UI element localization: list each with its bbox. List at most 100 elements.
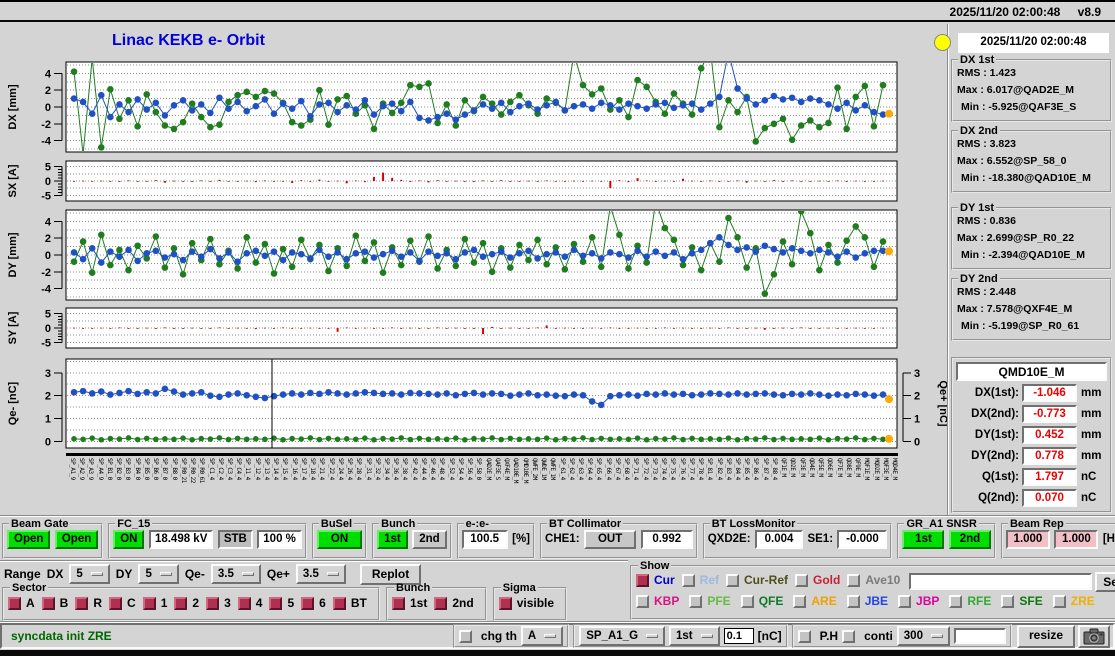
- bpm-label: SP_87_4: [762, 458, 769, 480]
- range-dx-dropdown[interactable]: 5: [69, 564, 109, 584]
- extra-input[interactable]: [954, 628, 1006, 644]
- checkbox-a[interactable]: [8, 597, 21, 610]
- ph-checkbox[interactable]: [798, 630, 811, 643]
- bpm-label: SP_66_4: [605, 458, 612, 480]
- bpm-label: SP_71_4: [632, 458, 639, 480]
- checkbox-qfe[interactable]: [741, 595, 754, 608]
- gr-a1-snsr-group: GR_A1 SNSR 1st 2nd: [897, 518, 995, 559]
- checkbox-bt[interactable]: [333, 597, 346, 610]
- bpm-label: SP_R0_21: [180, 458, 187, 483]
- reading-label: DX(2nd):: [956, 408, 1019, 420]
- svg-text:0: 0: [45, 437, 51, 449]
- stats-group: DY 2ndRMS : 2.448Max : 7.578@QXF4E_MMin …: [951, 273, 1112, 341]
- checkbox-jbe[interactable]: [847, 595, 860, 608]
- svg-text:DY [mm]: DY [mm]: [7, 232, 19, 277]
- bpm-name[interactable]: QMD10E_M: [956, 362, 1107, 381]
- set-ref-button[interactable]: Set Ref: [1095, 572, 1115, 592]
- bunch-label: Bunch: [379, 518, 417, 530]
- gr-a1-1st-button[interactable]: 1st: [902, 530, 944, 549]
- bpm-label: SP_48_4: [438, 458, 445, 480]
- checkbox-are[interactable]: [793, 595, 806, 608]
- checkbox-2[interactable]: [174, 597, 187, 610]
- svg-text:Qe- [nC]: Qe- [nC]: [7, 381, 19, 425]
- bunch-filter-label: Bunch: [394, 582, 432, 594]
- bpm-label: SP_65_4: [595, 458, 602, 480]
- checkbox-1st[interactable]: [392, 597, 405, 610]
- thresh-sector-dropdown[interactable]: A: [521, 626, 563, 646]
- stats-group-title: DX 2nd: [958, 125, 1000, 137]
- resize-button[interactable]: resize: [1017, 625, 1075, 648]
- busel-on-button[interactable]: ON: [317, 530, 362, 549]
- checkbox-3[interactable]: [206, 597, 219, 610]
- bpm-label: SP_B3_0: [124, 458, 131, 480]
- checkbox-visible[interactable]: [499, 597, 512, 610]
- bpm-label: SP_18_4: [309, 458, 316, 480]
- bpm-label: SP_11_4: [244, 458, 251, 480]
- conti-checkbox[interactable]: [842, 630, 855, 643]
- checkbox-item: 4: [238, 594, 263, 612]
- checkbox-1[interactable]: [143, 597, 156, 610]
- bpm-label: QF1E_M: [780, 458, 787, 477]
- checkbox-pfe[interactable]: [689, 595, 702, 608]
- checkbox-b[interactable]: [42, 597, 55, 610]
- plot-dx: 420-2-4DX [mm]: [0, 58, 950, 156]
- bunch-1st-button[interactable]: 1st: [377, 530, 408, 549]
- bunch-2nd-button[interactable]: 2nd: [412, 530, 446, 549]
- threshold-input[interactable]: [724, 628, 754, 644]
- bpm-label: SP_62_4: [568, 458, 575, 480]
- checkbox-item: 2: [174, 594, 199, 612]
- reading-value: 1.797: [1022, 468, 1077, 486]
- checkbox-sfe[interactable]: [1001, 595, 1014, 608]
- range-dy-dropdown[interactable]: 5: [138, 564, 178, 584]
- checkbox-ref[interactable]: [682, 574, 695, 587]
- bpm-label: SP_82_4: [716, 458, 723, 480]
- bpm-label: QD6E_M: [826, 458, 833, 477]
- bpm-select-dropdown[interactable]: SP_A1_G: [579, 626, 665, 646]
- svg-text:4: 4: [45, 216, 52, 228]
- checkbox-rfe[interactable]: [949, 595, 962, 608]
- checkbox-6[interactable]: [301, 597, 314, 610]
- bpm-label: SP_38_4: [401, 458, 408, 480]
- checkbox-2nd[interactable]: [434, 597, 447, 610]
- beam-gate-open-1-button[interactable]: Open: [7, 530, 50, 549]
- che1-out-button[interactable]: OUT: [584, 530, 636, 549]
- beam-gate-open-2-button[interactable]: Open: [55, 530, 98, 549]
- svg-text:3: 3: [914, 368, 920, 380]
- bpm-label: QD4E_M: [808, 458, 815, 477]
- range-qep-dropdown[interactable]: 3.5: [296, 564, 346, 584]
- bpm-label: QAD2E_M: [485, 458, 492, 480]
- checkbox-label: QFE: [759, 594, 784, 608]
- range-qem-dropdown[interactable]: 3.5: [211, 564, 261, 584]
- che1-value: 0.992: [641, 530, 693, 549]
- bpm-label: SP_B5_0: [143, 458, 150, 480]
- chg-th-checkbox[interactable]: [459, 630, 472, 643]
- checkbox-label: 1st: [410, 596, 427, 610]
- interval-dropdown[interactable]: 300: [897, 626, 950, 646]
- bunch-select-dropdown[interactable]: 1st: [669, 626, 720, 646]
- checkbox-4[interactable]: [238, 597, 251, 610]
- checkbox-cur[interactable]: [636, 574, 649, 587]
- checkbox-ave10[interactable]: [847, 574, 860, 587]
- checkbox-cur-ref[interactable]: [726, 574, 739, 587]
- checkbox-gold[interactable]: [795, 574, 808, 587]
- checkbox-r[interactable]: [75, 597, 88, 610]
- bpm-label: QF3E_M: [799, 458, 806, 477]
- reading-label: Q(2nd):: [956, 492, 1019, 504]
- checkbox-kbp[interactable]: [636, 595, 649, 608]
- bt-lossmonitor-group: BT LossMonitor QXD2E: 0.004 SE1: -0.000: [703, 518, 893, 559]
- checkbox-jbp[interactable]: [898, 595, 911, 608]
- stats-panel: DX 1stRMS : 1.423Max : 6.017@QAD2E_MMin …: [951, 54, 1112, 344]
- checkbox-c[interactable]: [109, 597, 122, 610]
- checkbox-item: JBP: [898, 592, 939, 610]
- ref-name-input[interactable]: [909, 573, 1092, 590]
- fc15-on-button[interactable]: ON: [113, 530, 144, 549]
- snapshot-button[interactable]: [1078, 625, 1110, 648]
- gr-a1-2nd-button[interactable]: 2nd: [949, 530, 991, 549]
- stats-rms: RMS : 0.836: [956, 215, 1107, 232]
- checkbox-zre[interactable]: [1053, 595, 1066, 608]
- checkbox-label: JBP: [916, 594, 939, 608]
- ph-label: P.H: [820, 629, 838, 643]
- checkbox-label: 5: [287, 596, 294, 610]
- svg-text:-2: -2: [41, 119, 51, 131]
- checkbox-5[interactable]: [269, 597, 282, 610]
